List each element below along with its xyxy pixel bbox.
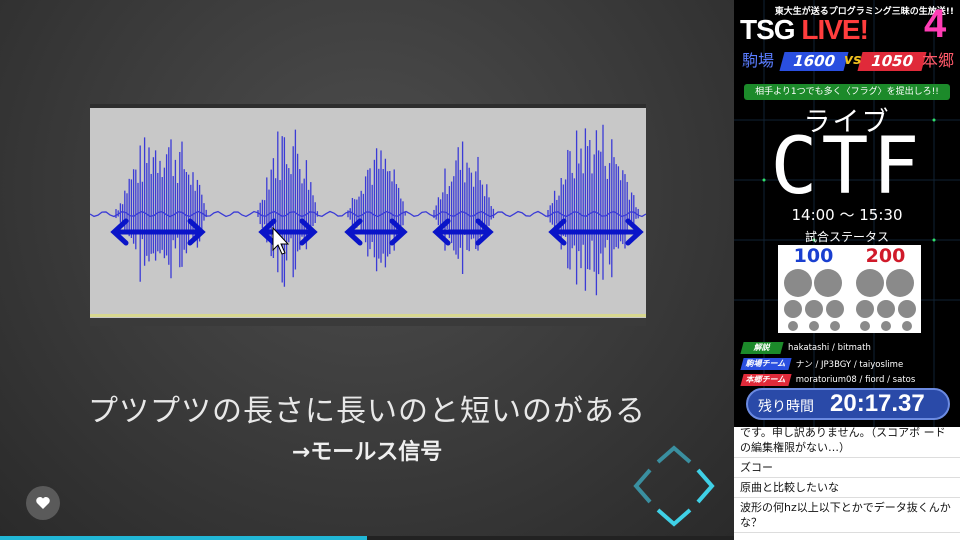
show-title-tsg: TSG bbox=[740, 14, 802, 45]
slide-caption: プツプツの長さに長いのと短いのがある bbox=[88, 394, 646, 429]
credit-names: hakatashi / bitmath bbox=[788, 342, 871, 353]
status-ball bbox=[856, 269, 884, 297]
status-ball bbox=[856, 300, 874, 318]
remaining-time-value: 20:17.37 bbox=[830, 390, 925, 417]
chat-message: 波形の何hz以上以下とかでデータ抜くんかな？ bbox=[734, 498, 960, 533]
credits-list: 解説 hakatashi / bitmath 駒場チーム ナン / JP3BGY… bbox=[740, 340, 958, 388]
slide-subcaption: →モールス信号 bbox=[291, 440, 443, 465]
chat-panel[interactable]: です。申し訳ありません。（スコアボ ードの編集権限がない…） ズコー 原曲と比較… bbox=[734, 427, 960, 540]
status-left-score: 100 bbox=[793, 245, 834, 267]
credit-row-hongo: 本郷チーム moratorium08 / fiord / satos bbox=[740, 372, 958, 387]
presentation-slide: プツプツの長さに長いのと短いのがある →モールス信号 bbox=[0, 0, 734, 540]
status-ball bbox=[860, 321, 870, 331]
stream-overlay-panel: 東大生が送るプログラミング三昧の生放送!! TSG LIVE! 4 駒場 160… bbox=[734, 0, 960, 427]
chat-message: です。申し訳ありません。（スコアボ ードの編集権限がない…） bbox=[734, 427, 960, 458]
match-status-label: 試合ステータス bbox=[804, 230, 889, 244]
status-ball bbox=[902, 321, 912, 331]
status-ball bbox=[877, 300, 895, 318]
show-title: TSG LIVE! bbox=[740, 14, 869, 46]
status-ball bbox=[805, 300, 823, 318]
audio-waveform-image bbox=[90, 104, 646, 326]
credit-names: ナン / JP3BGY / taiyoslime bbox=[795, 359, 904, 370]
credit-tag: 解説 bbox=[740, 341, 784, 354]
remaining-time-label: 残り時間 bbox=[758, 399, 814, 415]
slide-navigation-control[interactable] bbox=[630, 444, 718, 528]
status-ball bbox=[881, 321, 891, 331]
credit-row-komaba: 駒場チーム ナン / JP3BGY / taiyoslime bbox=[740, 356, 958, 371]
credit-tag: 本郷チーム bbox=[740, 373, 792, 386]
show-episode-number: 4 bbox=[924, 2, 947, 46]
match-objective: 相手より1つでも多く〈フラグ〉を提出しろ!! bbox=[744, 84, 950, 100]
status-ball bbox=[788, 321, 798, 331]
credit-tag: 駒場チーム bbox=[740, 357, 792, 370]
nav-right-icon[interactable] bbox=[696, 468, 715, 504]
status-right-score: 200 bbox=[865, 245, 906, 267]
status-ball bbox=[784, 300, 802, 318]
nav-left-icon[interactable] bbox=[633, 468, 652, 504]
ctf-label: CTF bbox=[770, 122, 924, 212]
status-ball bbox=[826, 300, 844, 318]
slide-progress-bar bbox=[0, 536, 734, 540]
credit-row-commentary: 解説 hakatashi / bitmath bbox=[740, 340, 958, 355]
credit-names: moratorium08 / fiord / satos bbox=[795, 374, 916, 385]
time-range: 14:00 〜 15:30 bbox=[791, 206, 903, 224]
status-ball bbox=[809, 321, 819, 331]
heart-icon bbox=[36, 497, 50, 509]
nav-up-icon[interactable] bbox=[656, 445, 692, 464]
status-ball bbox=[814, 269, 842, 297]
team-right-name: 本郷 bbox=[921, 51, 954, 70]
remaining-time-box: 残り時間 20:17.37 bbox=[746, 388, 950, 420]
team-right-score: 1050 bbox=[857, 52, 927, 71]
team-left-score: 1600 bbox=[779, 52, 849, 71]
team-left-name: 駒場 bbox=[742, 51, 775, 70]
status-ball bbox=[830, 321, 840, 331]
match-status-board: 100 200 bbox=[778, 245, 921, 333]
nav-down-icon[interactable] bbox=[656, 508, 692, 527]
status-ball bbox=[886, 269, 914, 297]
status-ball bbox=[784, 269, 812, 297]
slide-progress-fill bbox=[0, 536, 367, 540]
status-ball bbox=[898, 300, 916, 318]
like-button[interactable] bbox=[26, 486, 60, 520]
chat-message: 原曲と比較したいな bbox=[734, 478, 960, 498]
chat-message: ズコー bbox=[734, 458, 960, 478]
show-title-live: LIVE! bbox=[801, 14, 869, 45]
versus-label: vs bbox=[844, 52, 862, 68]
